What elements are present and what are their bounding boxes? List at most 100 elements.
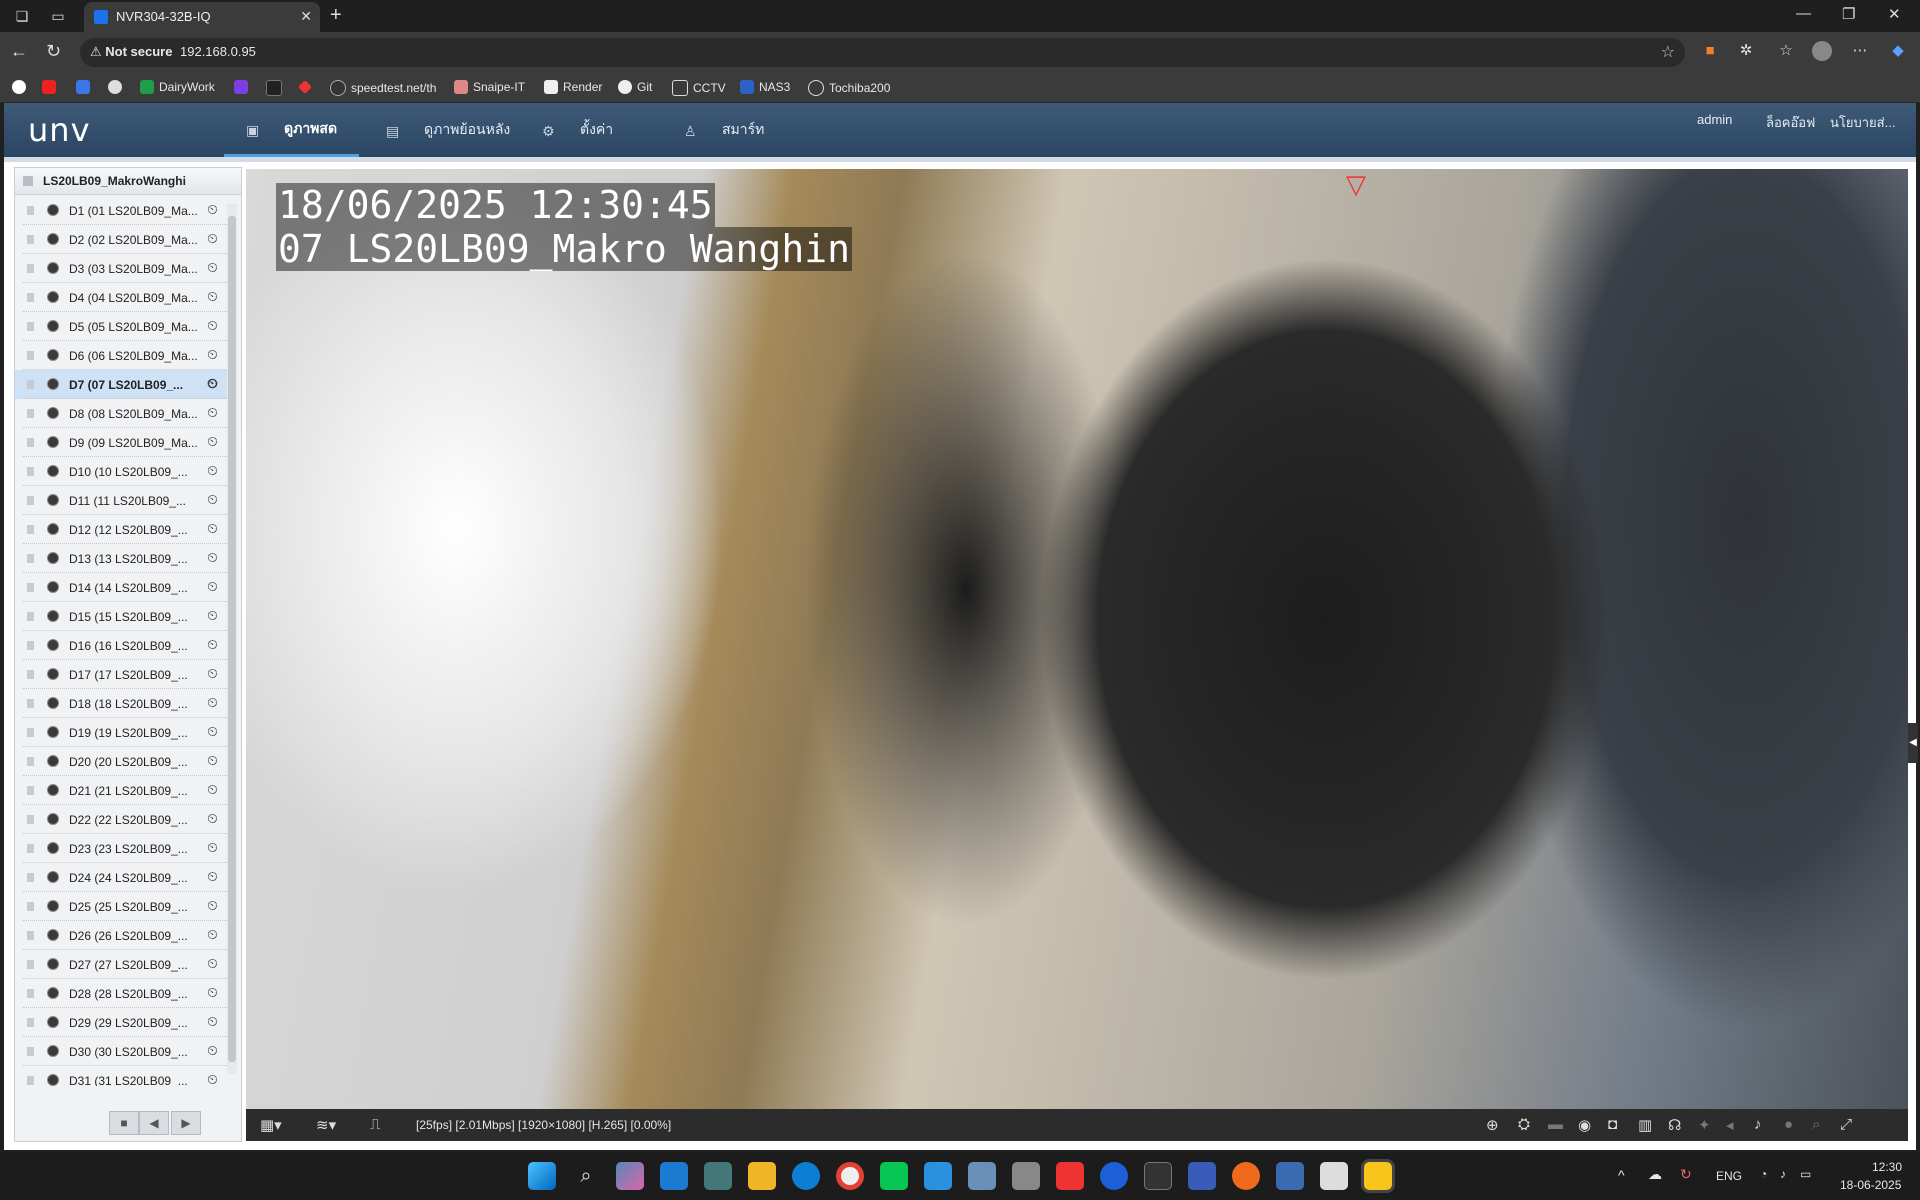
extensions-puzzle-icon[interactable]: ✲ xyxy=(1736,41,1756,61)
scrollbar-thumb[interactable] xyxy=(228,216,236,1062)
tab-close-icon[interactable]: ✕ xyxy=(300,8,312,25)
playback-clock-icon[interactable]: ⏲ xyxy=(207,781,218,798)
channel-row[interactable]: D18 (18 LS20LB09_... ⏲ xyxy=(15,689,227,718)
restore-icon[interactable]: ❐ xyxy=(1842,5,1855,23)
store-icon[interactable] xyxy=(660,1162,688,1190)
channel-row[interactable]: D8 (08 LS20LB09_Ma... ⏲ xyxy=(15,399,227,428)
digital-zoom-icon[interactable]: ✦ xyxy=(1698,1116,1711,1134)
record-icon[interactable]: ▥ xyxy=(1638,1116,1652,1134)
live-video-view[interactable]: 18/06/2025 12:30:45 07 LS20LB09_Makro Wa… xyxy=(246,169,1908,1109)
3d-zoom-icon[interactable]: ⌕ xyxy=(1812,1116,1820,1133)
tab-smart[interactable]: ♙ สมาร์ท xyxy=(684,103,764,157)
bookmark-cctv[interactable]: CCTV xyxy=(672,80,726,96)
tab-live-view[interactable]: ▣ ดูภาพสด xyxy=(224,103,360,157)
stream-select-icon[interactable]: ≋▾ xyxy=(316,1116,336,1134)
playback-clock-icon[interactable]: ⏲ xyxy=(207,897,218,914)
channel-row[interactable]: D26 (26 LS20LB09_... ⏲ xyxy=(15,921,227,950)
channel-row[interactable]: D31 (31 LS20LB09_... ⏲ xyxy=(15,1066,227,1086)
channel-row[interactable]: D16 (16 LS20LB09_... ⏲ xyxy=(15,631,227,660)
bootstrap-bookmark-icon[interactable] xyxy=(234,80,253,94)
playback-clock-icon[interactable]: ⏲ xyxy=(207,346,218,363)
collapse-panel-icon[interactable]: ◀ xyxy=(1908,723,1918,763)
playback-clock-icon[interactable]: ⏲ xyxy=(207,549,218,566)
new-tab-icon[interactable]: + xyxy=(330,4,342,27)
address-bar[interactable]: ⚠ Not secure 192.168.0.95 ☆ xyxy=(80,38,1685,67)
policy-link[interactable]: นโยบายส่... xyxy=(1830,112,1895,133)
channel-row[interactable]: D19 (19 LS20LB09_... ⏲ xyxy=(15,718,227,747)
playback-clock-icon[interactable]: ⏲ xyxy=(207,578,218,595)
channel-row[interactable]: D21 (21 LS20LB09_... ⏲ xyxy=(15,776,227,805)
channel-row[interactable]: D2 (02 LS20LB09_Ma... ⏲ xyxy=(15,225,227,254)
clock-date[interactable]: 18-06-2025 xyxy=(1840,1178,1901,1192)
playback-clock-icon[interactable]: ⏲ xyxy=(207,723,218,740)
playback-clock-icon[interactable]: ⏲ xyxy=(207,694,218,711)
bookmark-render[interactable]: Render xyxy=(544,80,602,94)
channel-row[interactable]: D3 (03 LS20LB09_Ma... ⏲ xyxy=(15,254,227,283)
terminal-icon[interactable] xyxy=(1144,1162,1172,1190)
channel-row[interactable]: D1 (01 LS20LB09_Ma... ⏲ xyxy=(15,196,227,225)
onedrive-icon[interactable]: ☁ xyxy=(1648,1166,1662,1183)
refresh-icon[interactable]: ↻ xyxy=(46,41,61,62)
translate-bookmark-icon[interactable] xyxy=(76,80,95,94)
playback-clock-icon[interactable]: ⏲ xyxy=(207,868,218,885)
chrome-icon[interactable] xyxy=(836,1162,864,1190)
network-app-icon[interactable] xyxy=(968,1162,996,1190)
channel-row[interactable]: D4 (04 LS20LB09_Ma... ⏲ xyxy=(15,283,227,312)
bookmark-git[interactable]: Git xyxy=(618,80,652,94)
lock-icon[interactable]: ⎍ xyxy=(370,1116,381,1133)
playback-clock-icon[interactable]: ⏲ xyxy=(207,955,218,972)
next-button[interactable]: ▶ xyxy=(171,1111,201,1135)
wifi-icon[interactable]: ◔ xyxy=(1760,1167,1767,1181)
speaker-icon[interactable]: ♪ xyxy=(1780,1167,1786,1181)
orange-app-icon[interactable] xyxy=(1232,1162,1260,1190)
channel-row[interactable]: D7 (07 LS20LB09_... ⏲ xyxy=(15,370,227,399)
tab-settings[interactable]: ⚙ ตั้งค่า xyxy=(542,103,613,157)
sticky-notes-icon[interactable] xyxy=(1361,1159,1395,1193)
playback-clock-icon[interactable]: ⏲ xyxy=(207,607,218,624)
qr-app-icon[interactable] xyxy=(1320,1162,1348,1190)
headset-icon[interactable]: ☊ xyxy=(1668,1116,1681,1134)
close-window-icon[interactable]: ✕ xyxy=(1888,5,1901,23)
device-header[interactable]: LS20LB09_MakroWanghi xyxy=(15,168,241,195)
playback-clock-icon[interactable]: ⏲ xyxy=(207,288,218,305)
file-explorer-icon[interactable] xyxy=(748,1162,776,1190)
extension-icon[interactable]: ■ xyxy=(1700,41,1720,61)
volume-icon[interactable]: ♪ xyxy=(1754,1116,1762,1133)
video-icon[interactable]: ▬ xyxy=(1548,1116,1563,1133)
channel-row[interactable]: D22 (22 LS20LB09_... ⏲ xyxy=(15,805,227,834)
playback-clock-icon[interactable]: ⏲ xyxy=(207,1071,218,1086)
favorites-icon[interactable]: ☆ xyxy=(1776,41,1796,61)
zoom-icon[interactable]: ⊕ xyxy=(1486,1116,1499,1134)
bookmark-tochiba200[interactable]: Tochiba200 xyxy=(808,80,890,96)
channel-row[interactable]: D28 (28 LS20LB09_... ⏲ xyxy=(15,979,227,1008)
edge-icon[interactable] xyxy=(792,1162,820,1190)
snapshot-icon[interactable]: ◘ xyxy=(1608,1116,1617,1133)
playback-clock-icon[interactable]: ⏲ xyxy=(207,839,218,856)
anydesk-icon[interactable] xyxy=(1056,1162,1084,1190)
youtube-bookmark-icon[interactable] xyxy=(42,80,61,94)
playback-clock-icon[interactable]: ⏲ xyxy=(207,317,218,334)
bookmark-red-icon[interactable] xyxy=(298,80,317,94)
battery-icon[interactable]: ▭ xyxy=(1800,1167,1811,1181)
bookmark-ui-icon[interactable] xyxy=(266,80,287,96)
instant-playback-icon[interactable]: ◂ xyxy=(1726,1116,1734,1134)
browser-tab[interactable]: NVR304-32B-IQ ✕ xyxy=(84,2,320,32)
tab-playback[interactable]: ▤ ดูภาพย้อนหลัง xyxy=(386,103,510,157)
line-icon[interactable] xyxy=(880,1162,908,1190)
chatgpt-bookmark-icon[interactable] xyxy=(108,80,127,94)
calculator-icon[interactable] xyxy=(704,1162,732,1190)
channel-row[interactable]: D5 (05 LS20LB09_Ma... ⏲ xyxy=(15,312,227,341)
channel-row[interactable]: D27 (27 LS20LB09_... ⏲ xyxy=(15,950,227,979)
playback-clock-icon[interactable]: ⏲ xyxy=(207,520,218,537)
playback-clock-icon[interactable]: ⏲ xyxy=(207,636,218,653)
minimize-icon[interactable]: — xyxy=(1796,5,1811,22)
ptz-icon[interactable]: ⛭ xyxy=(1518,1116,1530,1133)
playback-clock-icon[interactable]: ⏲ xyxy=(207,375,218,392)
channel-row[interactable]: D12 (12 LS20LB09_... ⏲ xyxy=(15,515,227,544)
playback-clock-icon[interactable]: ⏲ xyxy=(207,752,218,769)
start-icon[interactable] xyxy=(528,1162,556,1190)
copilot-app-icon[interactable] xyxy=(616,1162,644,1190)
playback-clock-icon[interactable]: ⏲ xyxy=(207,259,218,276)
search-icon[interactable]: ⌕ xyxy=(572,1162,600,1190)
channel-row[interactable]: D9 (09 LS20LB09_Ma... ⏲ xyxy=(15,428,227,457)
